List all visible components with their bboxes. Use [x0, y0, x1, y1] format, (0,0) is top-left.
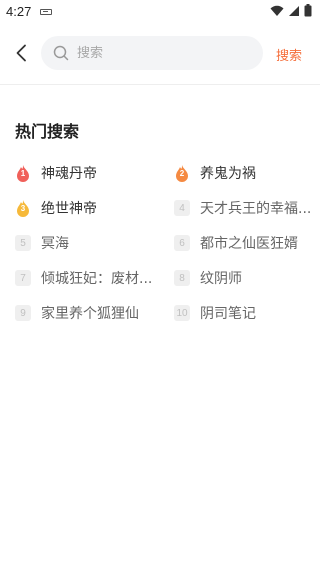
- hot-item-7[interactable]: 7 倾城狂妃：废材...: [15, 263, 155, 293]
- rank-badge-hot: 3: [15, 200, 31, 217]
- hot-item-9[interactable]: 9 家里养个狐狸仙: [15, 298, 155, 328]
- hot-item-title: 绝世神帝: [41, 201, 97, 217]
- hot-item-title: 冥海: [41, 236, 69, 252]
- rank-badge: 6: [174, 235, 190, 251]
- search-input[interactable]: [77, 36, 257, 70]
- wifi-icon: [270, 5, 284, 16]
- hot-item-title: 倾城狂妃：废材...: [41, 271, 153, 287]
- hot-item-title: 纹阴师: [200, 271, 242, 287]
- status-icons: [270, 4, 312, 17]
- rank-number: 3: [20, 204, 26, 213]
- search-button[interactable]: 搜索: [276, 45, 302, 64]
- hot-item-2[interactable]: 2 养鬼为祸: [174, 158, 314, 188]
- hot-item-4[interactable]: 4 天才兵王的幸福...: [174, 193, 314, 223]
- rank-number: 2: [179, 169, 185, 178]
- search-header: 搜索: [0, 24, 320, 84]
- chevron-left-icon: [16, 44, 26, 62]
- search-box[interactable]: [41, 36, 263, 70]
- status-time: 4:27: [6, 4, 32, 19]
- hot-item-5[interactable]: 5 冥海: [15, 228, 155, 258]
- rank-badge: 8: [174, 270, 190, 286]
- rank-badge: 4: [174, 200, 190, 216]
- keyboard-icon: [40, 9, 52, 15]
- status-bar: 4:27: [0, 0, 320, 24]
- back-button[interactable]: [8, 40, 34, 66]
- hot-item-title: 神魂丹帝: [41, 166, 97, 182]
- rank-number: 1: [20, 169, 26, 178]
- hot-item-6[interactable]: 6 都市之仙医狂婿: [174, 228, 314, 258]
- hot-item-10[interactable]: 10 阴司笔记: [174, 298, 314, 328]
- hot-item-1[interactable]: 1 神魂丹帝: [15, 158, 155, 188]
- hot-item-title: 都市之仙医狂婿: [200, 236, 298, 252]
- rank-badge: 5: [15, 235, 31, 251]
- battery-icon: [304, 4, 312, 17]
- hot-item-title: 天才兵王的幸福...: [200, 201, 312, 217]
- rank-badge: 10: [174, 305, 190, 321]
- search-icon: [53, 45, 69, 61]
- hot-item-8[interactable]: 8 纹阴师: [174, 263, 314, 293]
- hot-search-title: 热门搜索: [15, 122, 80, 141]
- hot-item-title: 家里养个狐狸仙: [41, 306, 139, 322]
- rank-badge: 7: [15, 270, 31, 286]
- hot-item-title: 养鬼为祸: [200, 166, 256, 182]
- rank-badge-hot: 2: [174, 165, 190, 182]
- rank-badge-hot: 1: [15, 165, 31, 182]
- hot-item-3[interactable]: 3 绝世神帝: [15, 193, 155, 223]
- signal-icon: [289, 5, 299, 16]
- header-divider: [0, 84, 320, 85]
- hot-item-title: 阴司笔记: [200, 306, 256, 322]
- rank-badge: 9: [15, 305, 31, 321]
